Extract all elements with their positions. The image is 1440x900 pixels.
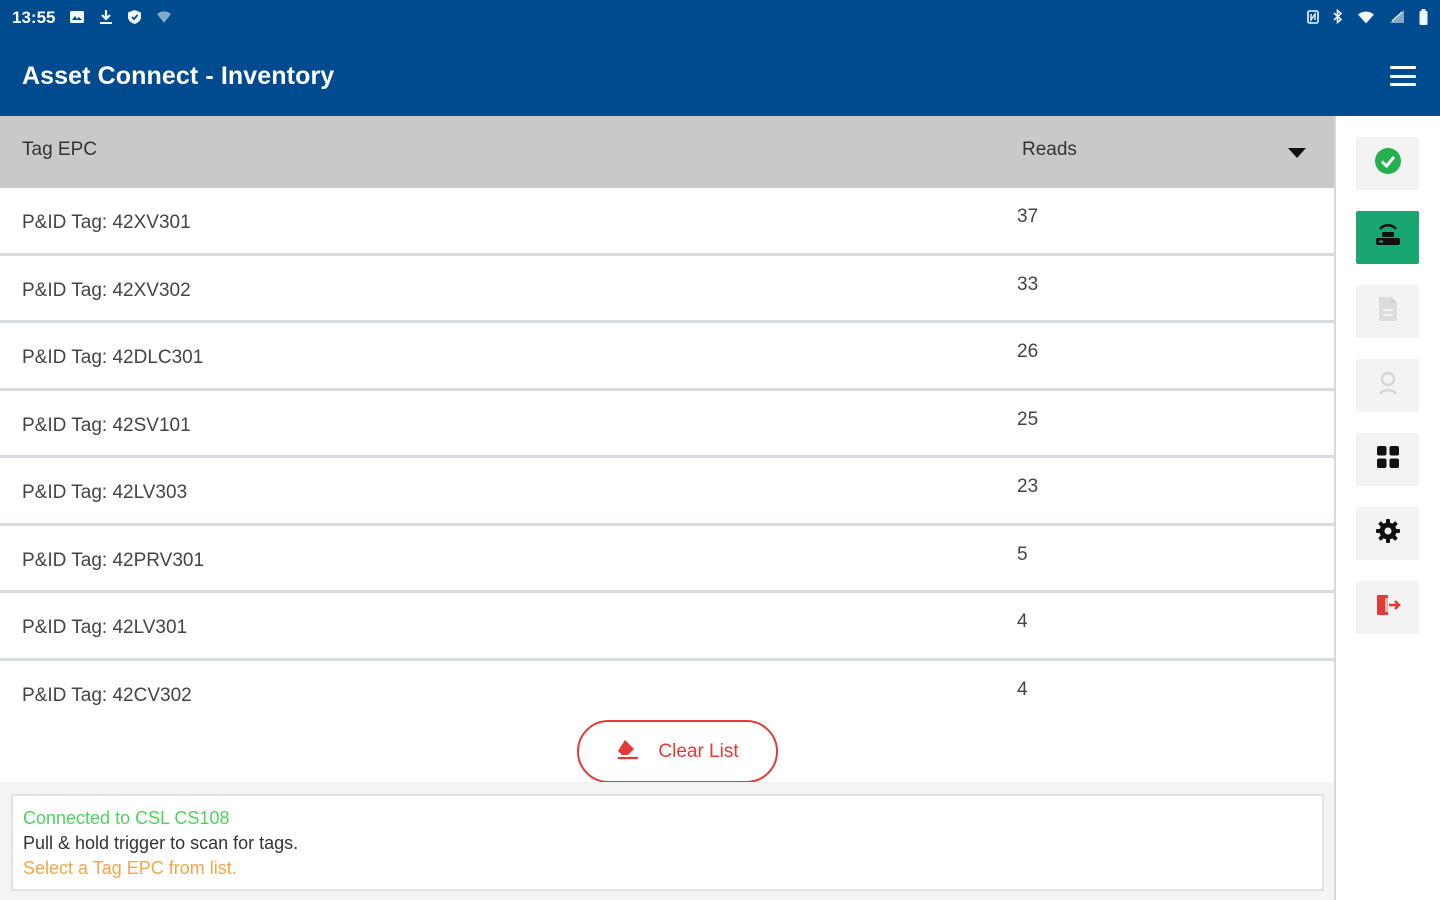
tag-reads: 4 xyxy=(1017,678,1028,700)
bluetooth-icon xyxy=(1333,8,1343,27)
dashboard-button[interactable] xyxy=(1356,433,1419,486)
download-icon xyxy=(99,9,113,28)
logout-button[interactable] xyxy=(1356,581,1419,634)
wifi-off-icon xyxy=(156,10,172,27)
shield-icon xyxy=(127,9,142,28)
rfid-scan-button[interactable] xyxy=(1356,211,1419,264)
status-bar-left: 13:55 xyxy=(12,8,172,28)
tag-reads: 37 xyxy=(1017,206,1039,227)
tag-reads: 5 xyxy=(1017,543,1028,565)
table-row[interactable]: P&ID Tag: 42XV302 33 xyxy=(0,255,1334,323)
action-sidebar xyxy=(1336,116,1440,900)
status-message-box: Connected to CSL CS108 Pull & hold trigg… xyxy=(11,794,1324,891)
table-row[interactable]: P&ID Tag: 42DLC301 26 xyxy=(0,323,1334,391)
battery-icon xyxy=(1419,8,1428,28)
tag-epc: P&ID Tag: 42PRV301 xyxy=(22,549,205,571)
inventory-panel: Tag EPC Reads P&ID Tag: 42XV301 37 P&ID … xyxy=(0,116,1334,900)
sort-descending-icon[interactable] xyxy=(1288,148,1306,158)
image-icon xyxy=(69,10,85,27)
location-pin-icon xyxy=(1377,370,1399,401)
column-header-tag-epc[interactable]: Tag EPC xyxy=(22,139,97,161)
gear-icon xyxy=(1375,518,1401,549)
table-row[interactable]: P&ID Tag: 42LV303 23 xyxy=(0,458,1334,526)
connection-status: Connected to CSL CS108 xyxy=(23,808,230,828)
tag-reads: 23 xyxy=(1017,476,1039,497)
status-bar-right xyxy=(1307,8,1428,28)
menu-icon-line xyxy=(1390,83,1416,86)
exit-icon xyxy=(1374,593,1402,622)
menu-icon-line xyxy=(1390,66,1416,69)
check-circle-icon xyxy=(1374,147,1402,180)
tag-epc: P&ID Tag: 42XV301 xyxy=(22,212,191,233)
menu-icon[interactable] xyxy=(1390,66,1416,86)
tag-reads: 26 xyxy=(1017,341,1039,362)
tag-epc: P&ID Tag: 42DLC301 xyxy=(22,347,204,368)
connection-status-button[interactable] xyxy=(1356,137,1419,190)
status-area: Connected to CSL CS108 Pull & hold trigg… xyxy=(0,782,1334,900)
table-row[interactable]: P&ID Tag: 42LV301 4 xyxy=(0,593,1334,661)
rfid-reader-icon xyxy=(1374,223,1402,252)
table-row[interactable]: P&ID Tag: 42CV302 4 xyxy=(0,660,1334,728)
tag-epc: P&ID Tag: 42XV302 xyxy=(22,279,191,301)
grid-icon xyxy=(1376,445,1400,474)
column-header-reads[interactable]: Reads xyxy=(1022,139,1077,161)
tag-reads: 33 xyxy=(1017,273,1039,295)
table-row[interactable]: P&ID Tag: 42SV101 25 xyxy=(0,390,1334,458)
settings-button[interactable] xyxy=(1356,507,1419,560)
tag-list: P&ID Tag: 42XV301 37 P&ID Tag: 42XV302 3… xyxy=(0,188,1334,728)
tag-epc: P&ID Tag: 42CV302 xyxy=(22,684,192,706)
document-button[interactable] xyxy=(1356,285,1419,338)
status-time: 13:55 xyxy=(12,8,56,27)
table-row[interactable]: P&ID Tag: 42XV301 37 xyxy=(0,188,1334,256)
document-icon xyxy=(1377,296,1399,327)
menu-icon-line xyxy=(1390,74,1416,78)
nfc-icon xyxy=(1307,9,1319,27)
signal-icon xyxy=(1389,9,1405,27)
wifi-icon xyxy=(1357,10,1375,27)
tag-epc: P&ID Tag: 42LV303 xyxy=(22,482,188,503)
clear-list-label: Clear List xyxy=(658,740,739,762)
eraser-icon xyxy=(616,738,640,766)
tag-epc: P&ID Tag: 42SV101 xyxy=(22,414,191,436)
selection-hint: Select a Tag EPC from list. xyxy=(23,858,237,878)
app-title: Asset Connect - Inventory xyxy=(22,61,335,90)
table-row[interactable]: P&ID Tag: 42PRV301 5 xyxy=(0,525,1334,593)
system-status-bar: 13:55 xyxy=(0,0,1440,36)
app-bar: Asset Connect - Inventory xyxy=(0,36,1440,116)
tag-reads: 25 xyxy=(1017,408,1039,430)
locate-button[interactable] xyxy=(1356,359,1419,412)
tag-epc: P&ID Tag: 42LV301 xyxy=(22,617,188,638)
clear-list-button[interactable]: Clear List xyxy=(577,720,778,783)
tag-reads: 4 xyxy=(1017,611,1028,632)
scan-instruction: Pull & hold trigger to scan for tags. xyxy=(23,833,299,853)
table-header: Tag EPC Reads xyxy=(0,116,1334,188)
